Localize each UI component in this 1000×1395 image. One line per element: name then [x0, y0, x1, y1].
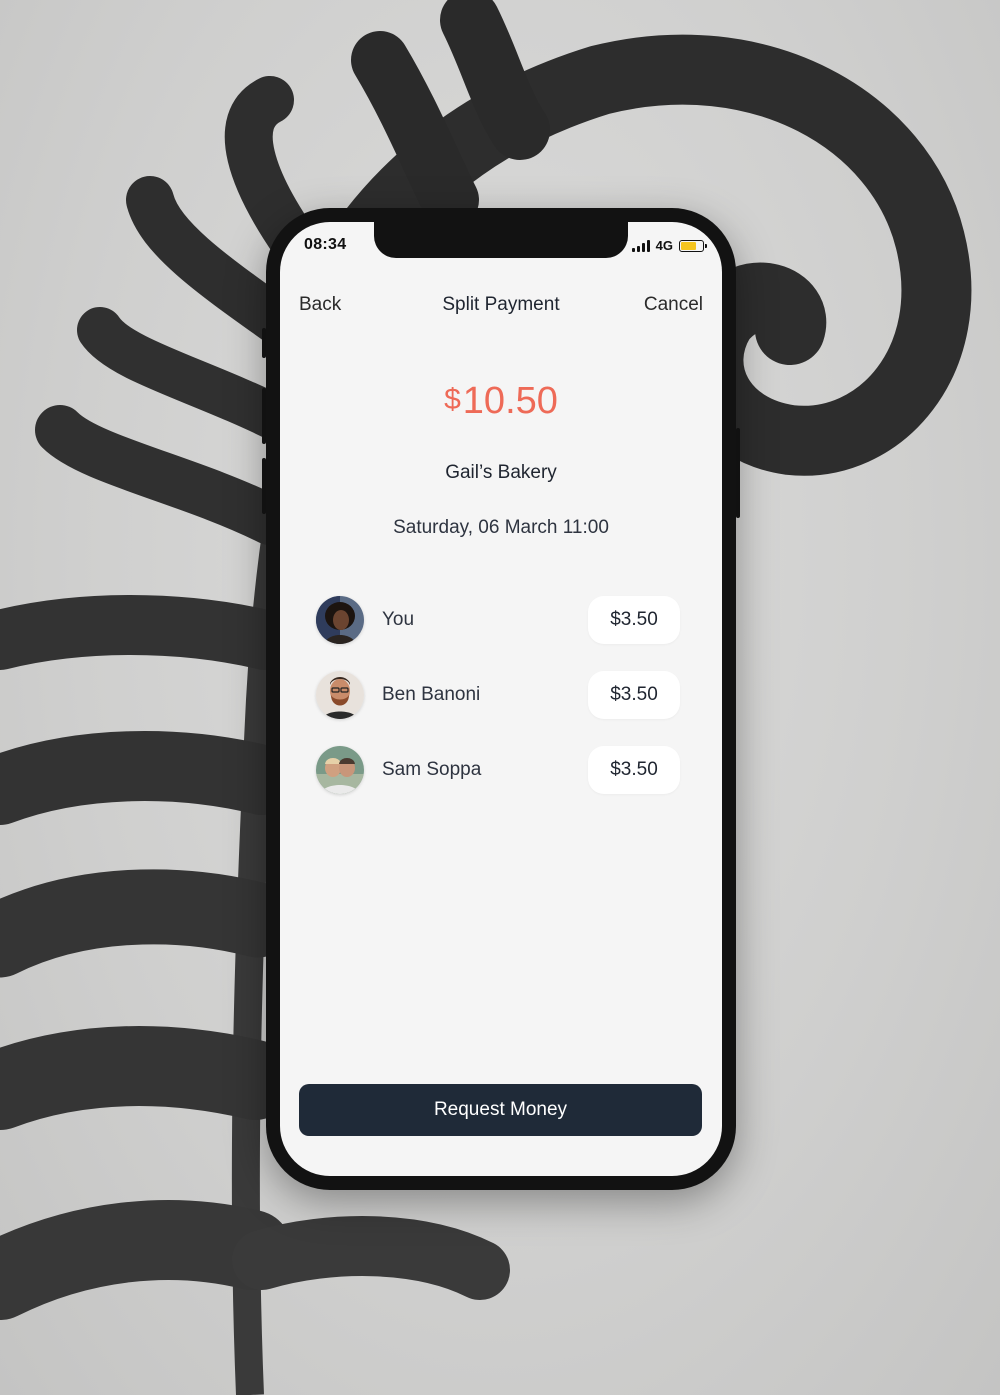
status-indicators: 4G — [631, 238, 707, 253]
participant-name: Ben Banoni — [382, 683, 481, 705]
participant-name: You — [382, 608, 415, 630]
participant-row: Ben Banoni $3.50 — [316, 657, 680, 732]
participant-name: Sam Soppa — [382, 758, 482, 780]
participant-row: Sam Soppa $3.50 — [316, 732, 680, 807]
phone-screen: 08:34 4G Back Split Payment Cancel $10.5… — [280, 222, 722, 1176]
avatar — [316, 745, 364, 794]
network-type: 4G — [655, 238, 673, 253]
avatar — [316, 670, 364, 719]
mute-switch — [262, 328, 266, 358]
share-amount-input[interactable]: $3.50 — [588, 670, 680, 719]
notch — [374, 222, 628, 258]
signal-bars-icon — [631, 239, 650, 252]
navigation-bar: Back Split Payment Cancel — [280, 294, 722, 324]
amount-value: 10.50 — [462, 380, 558, 422]
status-time: 08:34 — [304, 236, 347, 253]
transaction-datetime: Saturday, 06 March 11:00 — [393, 517, 609, 538]
request-money-button[interactable]: Request Money — [299, 1084, 702, 1136]
avatar — [316, 595, 364, 644]
currency-symbol: $ — [444, 383, 461, 416]
total-amount: $10.50 — [280, 380, 722, 423]
merchant-name: Gail’s Bakery — [445, 462, 557, 483]
split-participants-list: You $3.50 Ben Banoni $3.50 Sam Soppa $3.… — [316, 582, 680, 807]
power-button — [736, 428, 740, 518]
volume-up-button — [262, 388, 266, 444]
phone-frame: 08:34 4G Back Split Payment Cancel $10.5… — [262, 208, 740, 1190]
share-amount-input[interactable]: $3.50 — [588, 745, 680, 794]
cancel-button[interactable]: Cancel — [644, 294, 703, 316]
share-amount-input[interactable]: $3.50 — [588, 595, 680, 644]
volume-down-button — [262, 458, 266, 514]
battery-icon — [679, 239, 707, 252]
participant-row: You $3.50 — [316, 582, 680, 657]
